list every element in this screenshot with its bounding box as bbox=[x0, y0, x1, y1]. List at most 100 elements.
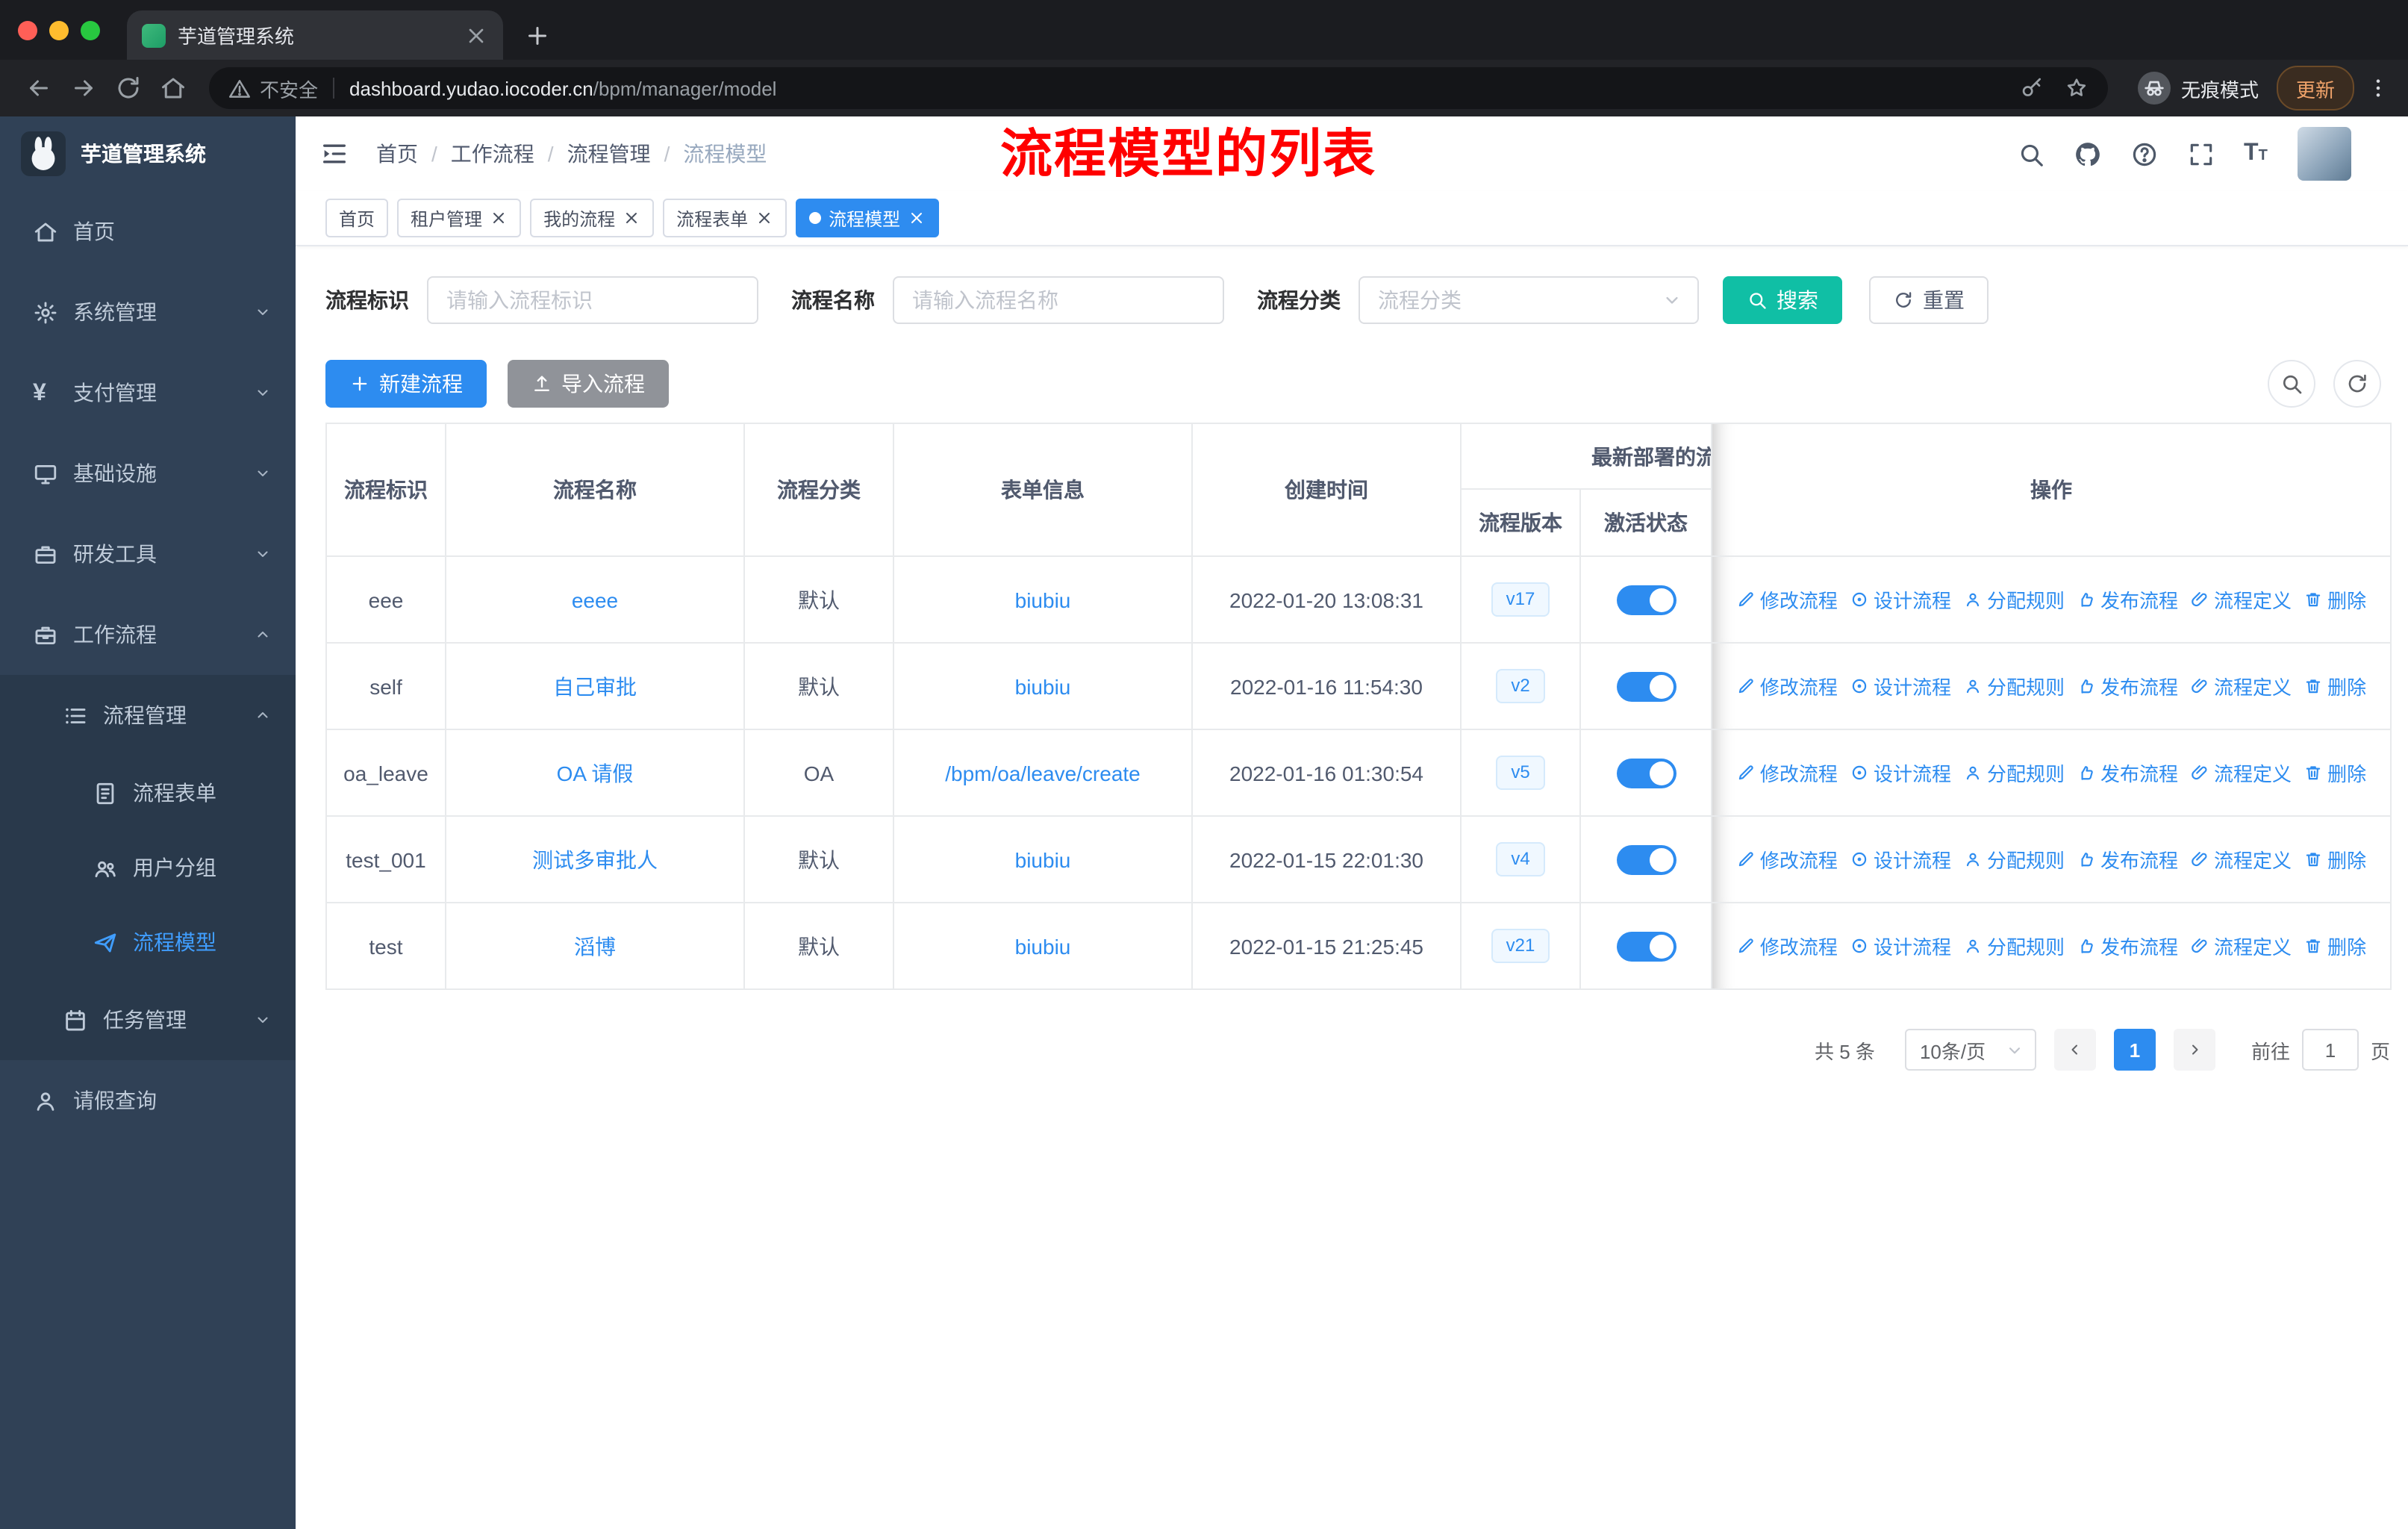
breadcrumb-item[interactable]: 流程管理 bbox=[567, 139, 651, 169]
import-process-button[interactable]: 导入流程 bbox=[508, 360, 669, 408]
sidebar-item-process-form[interactable]: 流程表单 bbox=[0, 756, 296, 830]
reload-button[interactable] bbox=[107, 67, 149, 109]
sidebar-fold-button[interactable] bbox=[319, 139, 349, 169]
bookmark-star-icon[interactable] bbox=[2065, 76, 2089, 100]
process-name-input[interactable] bbox=[893, 276, 1224, 324]
process-name-link[interactable]: 自己审批 bbox=[553, 674, 637, 698]
window-minimize-button[interactable] bbox=[49, 20, 69, 40]
search-button[interactable]: 搜索 bbox=[1723, 276, 1842, 324]
assign-rule-link[interactable]: 分配规则 bbox=[1963, 845, 2065, 874]
breadcrumb-item[interactable]: 工作流程 bbox=[451, 139, 534, 169]
process-name-link[interactable]: OA 请假 bbox=[557, 761, 634, 785]
window-zoom-button[interactable] bbox=[81, 20, 100, 40]
active-toggle[interactable] bbox=[1616, 671, 1676, 701]
form-info-link[interactable]: biubiu bbox=[1015, 847, 1071, 871]
help-icon[interactable] bbox=[2130, 140, 2159, 168]
delete-process-link[interactable]: 删除 bbox=[2303, 759, 2366, 787]
design-process-link[interactable]: 设计流程 bbox=[1850, 932, 1951, 960]
update-button[interactable]: 更新 bbox=[2276, 66, 2354, 110]
close-icon[interactable] bbox=[490, 209, 508, 227]
assign-rule-link[interactable]: 分配规则 bbox=[1963, 585, 2065, 614]
address-bar[interactable]: 不安全 dashboard.yudao.iocoder.cn /bpm/mana… bbox=[209, 67, 2108, 109]
sidebar-item-infrastructure[interactable]: 基础设施 bbox=[0, 433, 296, 514]
delete-process-link[interactable]: 删除 bbox=[2303, 585, 2366, 614]
active-toggle[interactable] bbox=[1616, 758, 1676, 788]
refresh-table-button[interactable] bbox=[2333, 360, 2381, 408]
process-id-input[interactable] bbox=[427, 276, 758, 324]
browser-tab[interactable]: 芋道管理系统 bbox=[127, 10, 503, 60]
sidebar-item-process-model[interactable]: 流程模型 bbox=[0, 905, 296, 980]
form-info-link[interactable]: biubiu bbox=[1015, 588, 1071, 611]
assign-rule-link[interactable]: 分配规则 bbox=[1963, 672, 2065, 700]
assign-rule-link[interactable]: 分配规则 bbox=[1963, 932, 2065, 960]
new-tab-button[interactable] bbox=[524, 22, 551, 49]
close-icon[interactable] bbox=[755, 209, 773, 227]
publish-process-link[interactable]: 发布流程 bbox=[2077, 932, 2178, 960]
reset-button[interactable]: 重置 bbox=[1869, 276, 1989, 324]
next-page-button[interactable] bbox=[2173, 1029, 2215, 1071]
active-toggle[interactable] bbox=[1616, 844, 1676, 874]
process-name-link[interactable]: 滔博 bbox=[574, 934, 616, 958]
edit-process-link[interactable]: 修改流程 bbox=[1736, 759, 1838, 787]
active-toggle[interactable] bbox=[1616, 931, 1676, 961]
form-info-link[interactable]: biubiu bbox=[1015, 674, 1071, 698]
design-process-link[interactable]: 设计流程 bbox=[1850, 845, 1951, 874]
tab-close-icon[interactable] bbox=[464, 23, 488, 47]
sidebar-item-user-group[interactable]: 用户分组 bbox=[0, 830, 296, 905]
page-size-select[interactable]: 10条/页 bbox=[1904, 1029, 2036, 1071]
sidebar-item-payment[interactable]: ¥ 支付管理 bbox=[0, 352, 296, 433]
tag-home[interactable]: 首页 bbox=[325, 199, 389, 237]
sidebar-item-home[interactable]: 首页 bbox=[0, 191, 296, 272]
process-definition-link[interactable]: 流程定义 bbox=[2190, 672, 2292, 700]
back-button[interactable] bbox=[18, 67, 60, 109]
delete-process-link[interactable]: 删除 bbox=[2303, 932, 2366, 960]
edit-process-link[interactable]: 修改流程 bbox=[1736, 932, 1838, 960]
window-close-button[interactable] bbox=[18, 20, 37, 40]
font-size-icon[interactable]: TT bbox=[2244, 140, 2272, 168]
category-select[interactable]: 流程分类 bbox=[1359, 276, 1699, 324]
sidebar-item-workflow[interactable]: 工作流程 bbox=[0, 594, 296, 675]
forward-button[interactable] bbox=[63, 67, 105, 109]
publish-process-link[interactable]: 发布流程 bbox=[2077, 759, 2178, 787]
prev-page-button[interactable] bbox=[2053, 1029, 2096, 1071]
security-label[interactable]: 不安全 bbox=[260, 74, 318, 102]
delete-process-link[interactable]: 删除 bbox=[2303, 672, 2366, 700]
process-definition-link[interactable]: 流程定义 bbox=[2190, 932, 2292, 960]
github-icon[interactable] bbox=[2074, 140, 2102, 168]
breadcrumb-item[interactable]: 首页 bbox=[376, 139, 418, 169]
app-logo[interactable]: 芋道管理系统 bbox=[0, 116, 296, 191]
user-avatar[interactable] bbox=[2298, 127, 2351, 181]
form-info-link[interactable]: /bpm/oa/leave/create bbox=[945, 761, 1141, 785]
create-process-button[interactable]: 新建流程 bbox=[325, 360, 487, 408]
tag-process-model[interactable]: 流程模型 bbox=[796, 199, 940, 237]
tag-tenant[interactable]: 租户管理 bbox=[397, 199, 522, 237]
edit-process-link[interactable]: 修改流程 bbox=[1736, 585, 1838, 614]
form-info-link[interactable]: biubiu bbox=[1015, 934, 1071, 958]
process-definition-link[interactable]: 流程定义 bbox=[2190, 759, 2292, 787]
active-toggle[interactable] bbox=[1616, 585, 1676, 614]
publish-process-link[interactable]: 发布流程 bbox=[2077, 672, 2178, 700]
design-process-link[interactable]: 设计流程 bbox=[1850, 672, 1951, 700]
delete-process-link[interactable]: 删除 bbox=[2303, 845, 2366, 874]
sidebar-item-task-manage[interactable]: 任务管理 bbox=[0, 980, 296, 1060]
browser-home-button[interactable] bbox=[152, 67, 194, 109]
close-icon[interactable] bbox=[908, 209, 926, 227]
goto-page-input[interactable] bbox=[2301, 1029, 2359, 1071]
sidebar-item-leave-query[interactable]: 请假查询 bbox=[0, 1060, 296, 1141]
sidebar-item-system[interactable]: 系统管理 bbox=[0, 272, 296, 352]
process-definition-link[interactable]: 流程定义 bbox=[2190, 585, 2292, 614]
header-search-icon[interactable] bbox=[2017, 140, 2045, 168]
process-definition-link[interactable]: 流程定义 bbox=[2190, 845, 2292, 874]
design-process-link[interactable]: 设计流程 bbox=[1850, 585, 1951, 614]
sidebar-item-process-manage[interactable]: 流程管理 bbox=[0, 675, 296, 756]
tag-process-form[interactable]: 流程表单 bbox=[663, 199, 787, 237]
fullscreen-icon[interactable] bbox=[2187, 140, 2215, 168]
edit-process-link[interactable]: 修改流程 bbox=[1736, 672, 1838, 700]
publish-process-link[interactable]: 发布流程 bbox=[2077, 585, 2178, 614]
close-icon[interactable] bbox=[623, 209, 640, 227]
breadcrumb-item[interactable]: 流程模型 bbox=[683, 139, 767, 169]
toggle-search-button[interactable] bbox=[2268, 360, 2315, 408]
design-process-link[interactable]: 设计流程 bbox=[1850, 759, 1951, 787]
password-key-icon[interactable] bbox=[2020, 76, 2044, 100]
browser-menu-icon[interactable] bbox=[2366, 76, 2390, 100]
